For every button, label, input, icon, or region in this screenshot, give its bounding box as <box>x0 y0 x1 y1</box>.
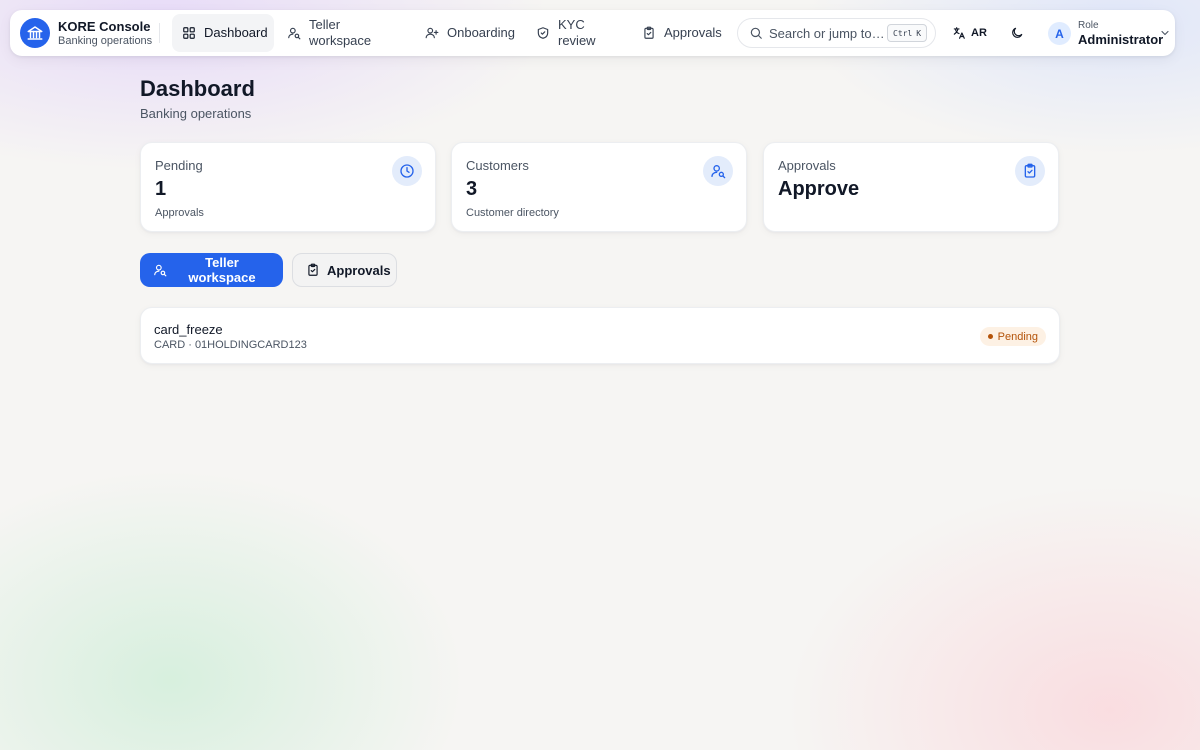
user-search-icon <box>153 263 167 277</box>
nav-item-kyc-review[interactable]: KYC review <box>526 14 616 52</box>
search-icon <box>749 26 763 40</box>
nav-item-teller-workspace[interactable]: Teller workspace <box>277 14 397 52</box>
chevron-down-icon <box>1159 27 1171 39</box>
user-search-icon <box>287 26 301 40</box>
nav-item-label: Teller workspace <box>309 17 372 48</box>
clipboard-check-icon <box>1015 156 1045 186</box>
approval-meta: CARD · 01HOLDINGCARD123 <box>154 339 307 351</box>
approval-title: card_freeze <box>154 322 223 337</box>
stat-value: Approve <box>778 178 860 200</box>
nav-item-label: Approvals <box>664 25 722 40</box>
search-placeholder: Search or jump to… <box>769 26 885 41</box>
stat-value: 1 <box>155 178 167 200</box>
shortcut-key: K <box>916 28 922 38</box>
brand-subtitle: Banking operations <box>58 35 153 47</box>
list-item[interactable]: card_freeze CARD · 01HOLDINGCARD123 Pend… <box>140 307 1060 364</box>
bank-icon[interactable] <box>20 18 50 48</box>
language-label: AR <box>971 27 987 39</box>
clipboard-check-icon <box>306 263 320 277</box>
translate-icon <box>952 26 966 40</box>
role-label: Role <box>1078 20 1099 31</box>
user-search-icon <box>703 156 733 186</box>
stat-card-customers[interactable]: Customers 3 Customer directory <box>451 142 747 232</box>
brand-name: KORE Console <box>58 19 151 34</box>
shield-check-icon <box>536 26 550 40</box>
clipboard-check-icon <box>642 26 656 40</box>
stat-description: Approvals <box>155 207 204 219</box>
divider <box>159 23 160 43</box>
nav-item-dashboard[interactable]: Dashboard <box>172 14 274 52</box>
nav-item-label: Dashboard <box>204 25 268 40</box>
status-label: Pending <box>997 330 1038 343</box>
stat-label: Pending <box>155 158 203 173</box>
clock-icon <box>392 156 422 186</box>
theme-toggle-button[interactable] <box>1005 21 1029 45</box>
stat-card-pending[interactable]: Pending 1 Approvals <box>140 142 436 232</box>
nav-item-label: Onboarding <box>447 25 515 40</box>
stat-description: Customer directory <box>466 207 559 219</box>
status-badge: Pending <box>979 327 1046 346</box>
keyboard-shortcut-hint: Ctrl K <box>887 24 928 42</box>
page-title: Dashboard <box>140 76 255 101</box>
teller-workspace-button[interactable]: Teller workspace <box>140 253 283 287</box>
top-navigation-bar: KORE Console Banking operations Dashboar… <box>10 10 1175 56</box>
stat-value: 3 <box>466 178 478 200</box>
button-label: Teller workspace <box>188 255 256 285</box>
user-menu[interactable]: A Role Administrator <box>1044 16 1172 50</box>
approvals-button[interactable]: Approvals <box>292 253 397 287</box>
stat-label: Approvals <box>778 158 836 173</box>
page-subtitle: Banking operations <box>140 106 252 121</box>
grid-icon <box>182 26 196 40</box>
avatar: A <box>1048 22 1071 45</box>
moon-icon <box>1010 26 1024 40</box>
stat-card-approvals[interactable]: Approvals Approve <box>763 142 1059 232</box>
stat-label: Customers <box>466 158 529 173</box>
shortcut-modifier: Ctrl <box>893 28 913 38</box>
search-input[interactable]: Search or jump to… Ctrl K <box>737 18 936 48</box>
nav-item-label: KYC review <box>558 17 596 48</box>
user-plus-icon <box>425 26 439 40</box>
button-label: Approvals <box>327 262 391 278</box>
nav-item-onboarding[interactable]: Onboarding <box>415 14 531 52</box>
language-toggle-button[interactable]: AR <box>948 20 991 46</box>
role-value: Administrator <box>1078 32 1164 47</box>
nav-item-approvals[interactable]: Approvals <box>632 14 740 52</box>
status-dot <box>987 334 993 339</box>
